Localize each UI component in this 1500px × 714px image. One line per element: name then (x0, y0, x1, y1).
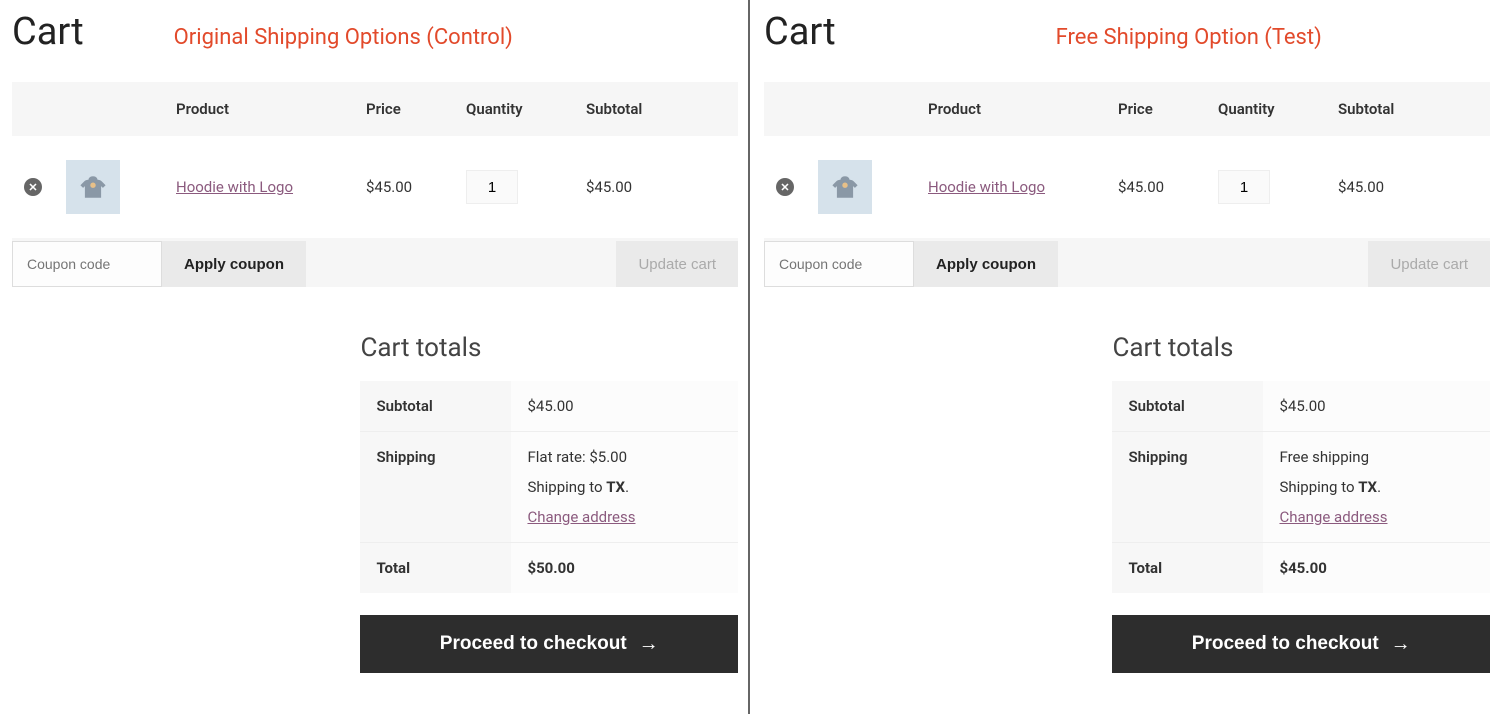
col-thumb (54, 82, 164, 136)
quantity-stepper[interactable] (466, 170, 518, 204)
total-label: Total (1112, 543, 1263, 594)
col-price: Price (1106, 82, 1206, 136)
shipping-label: Shipping (360, 432, 511, 543)
update-cart-button[interactable]: Update cart (1368, 241, 1490, 287)
total-label: Total (360, 543, 511, 594)
total-value: $50.00 (511, 543, 738, 594)
proceed-to-checkout-button[interactable]: Proceed to checkout → (360, 615, 738, 673)
shipping-method: Flat rate: $5.00 (527, 448, 722, 466)
apply-coupon-button[interactable]: Apply coupon (162, 241, 306, 287)
shipping-destination: Shipping to TX. (527, 478, 722, 496)
arrow-right-icon: → (1391, 633, 1411, 656)
item-price: $45.00 (354, 136, 454, 240)
proceed-to-checkout-button[interactable]: Proceed to checkout → (1112, 615, 1490, 673)
cart-totals: Cart totals Subtotal $45.00 Shipping Fla… (360, 333, 738, 673)
product-thumbnail[interactable] (818, 160, 872, 214)
quantity-stepper[interactable] (1218, 170, 1270, 204)
totals-subtotal-row: Subtotal $45.00 (1112, 381, 1490, 432)
subtotal-label: Subtotal (360, 381, 511, 432)
totals-shipping-row: Shipping Flat rate: $5.00 Shipping to TX… (360, 432, 738, 543)
cart-panel-control: Cart Original Shipping Options (Control)… (0, 0, 750, 714)
coupon-input[interactable] (12, 241, 162, 287)
arrow-right-icon: → (639, 633, 659, 656)
cart-totals: Cart totals Subtotal $45.00 Shipping Fre… (1112, 333, 1490, 673)
item-price: $45.00 (1106, 136, 1206, 240)
shipping-label: Shipping (1112, 432, 1263, 543)
variant-label: Original Shipping Options (Control) (174, 25, 513, 50)
col-subtotal: Subtotal (1326, 82, 1490, 136)
totals-total-row: Total $45.00 (1112, 543, 1490, 594)
cart-actions-row: Apply coupon Update cart (12, 240, 738, 288)
item-subtotal: $45.00 (1326, 136, 1490, 240)
col-quantity: Quantity (454, 82, 574, 136)
item-subtotal: $45.00 (574, 136, 738, 240)
update-cart-button[interactable]: Update cart (616, 241, 738, 287)
change-address-link[interactable]: Change address (1279, 508, 1387, 526)
close-icon: ✕ (28, 182, 37, 193)
col-thumb (806, 82, 916, 136)
change-address-link[interactable]: Change address (527, 508, 635, 526)
col-remove (12, 82, 54, 136)
cart-totals-title: Cart totals (1112, 333, 1490, 363)
remove-item-button[interactable]: ✕ (24, 178, 42, 196)
cart-items-table: Product Price Quantity Subtotal ✕ (12, 82, 738, 287)
col-remove (764, 82, 806, 136)
total-value: $45.00 (1263, 543, 1490, 594)
hoodie-icon (827, 169, 863, 205)
coupon-input[interactable] (764, 241, 914, 287)
remove-item-button[interactable]: ✕ (776, 178, 794, 196)
cart-items-table: Product Price Quantity Subtotal ✕ (764, 82, 1490, 287)
checkout-button-label: Proceed to checkout (440, 633, 627, 655)
totals-total-row: Total $50.00 (360, 543, 738, 594)
close-icon: ✕ (780, 182, 789, 193)
cart-totals-table: Subtotal $45.00 Shipping Free shipping S… (1112, 381, 1490, 593)
col-subtotal: Subtotal (574, 82, 738, 136)
col-quantity: Quantity (1206, 82, 1326, 136)
totals-shipping-row: Shipping Free shipping Shipping to TX. C… (1112, 432, 1490, 543)
cart-totals-title: Cart totals (360, 333, 738, 363)
shipping-method: Free shipping (1279, 448, 1474, 466)
cart-actions-row: Apply coupon Update cart (764, 240, 1490, 288)
variant-label: Free Shipping Option (Test) (1056, 25, 1322, 50)
product-thumbnail[interactable] (66, 160, 120, 214)
subtotal-value: $45.00 (1263, 381, 1490, 432)
checkout-button-label: Proceed to checkout (1192, 633, 1379, 655)
shipping-destination: Shipping to TX. (1279, 478, 1474, 496)
table-row: ✕ Hoodie with Logo $ (12, 136, 738, 240)
page-title: Cart (764, 10, 836, 54)
subtotal-value: $45.00 (511, 381, 738, 432)
product-link[interactable]: Hoodie with Logo (176, 178, 293, 196)
product-link[interactable]: Hoodie with Logo (928, 178, 1045, 196)
table-row: ✕ Hoodie with Logo $ (764, 136, 1490, 240)
cart-panel-test: Cart Free Shipping Option (Test) Product… (750, 0, 1500, 714)
hoodie-icon (75, 169, 111, 205)
subtotal-label: Subtotal (1112, 381, 1263, 432)
header-row: Cart Original Shipping Options (Control) (12, 10, 738, 54)
apply-coupon-button[interactable]: Apply coupon (914, 241, 1058, 287)
cart-totals-table: Subtotal $45.00 Shipping Flat rate: $5.0… (360, 381, 738, 593)
col-price: Price (354, 82, 454, 136)
header-row: Cart Free Shipping Option (Test) (764, 10, 1490, 54)
col-product: Product (916, 82, 1106, 136)
col-product: Product (164, 82, 354, 136)
page-title: Cart (12, 10, 84, 54)
totals-subtotal-row: Subtotal $45.00 (360, 381, 738, 432)
